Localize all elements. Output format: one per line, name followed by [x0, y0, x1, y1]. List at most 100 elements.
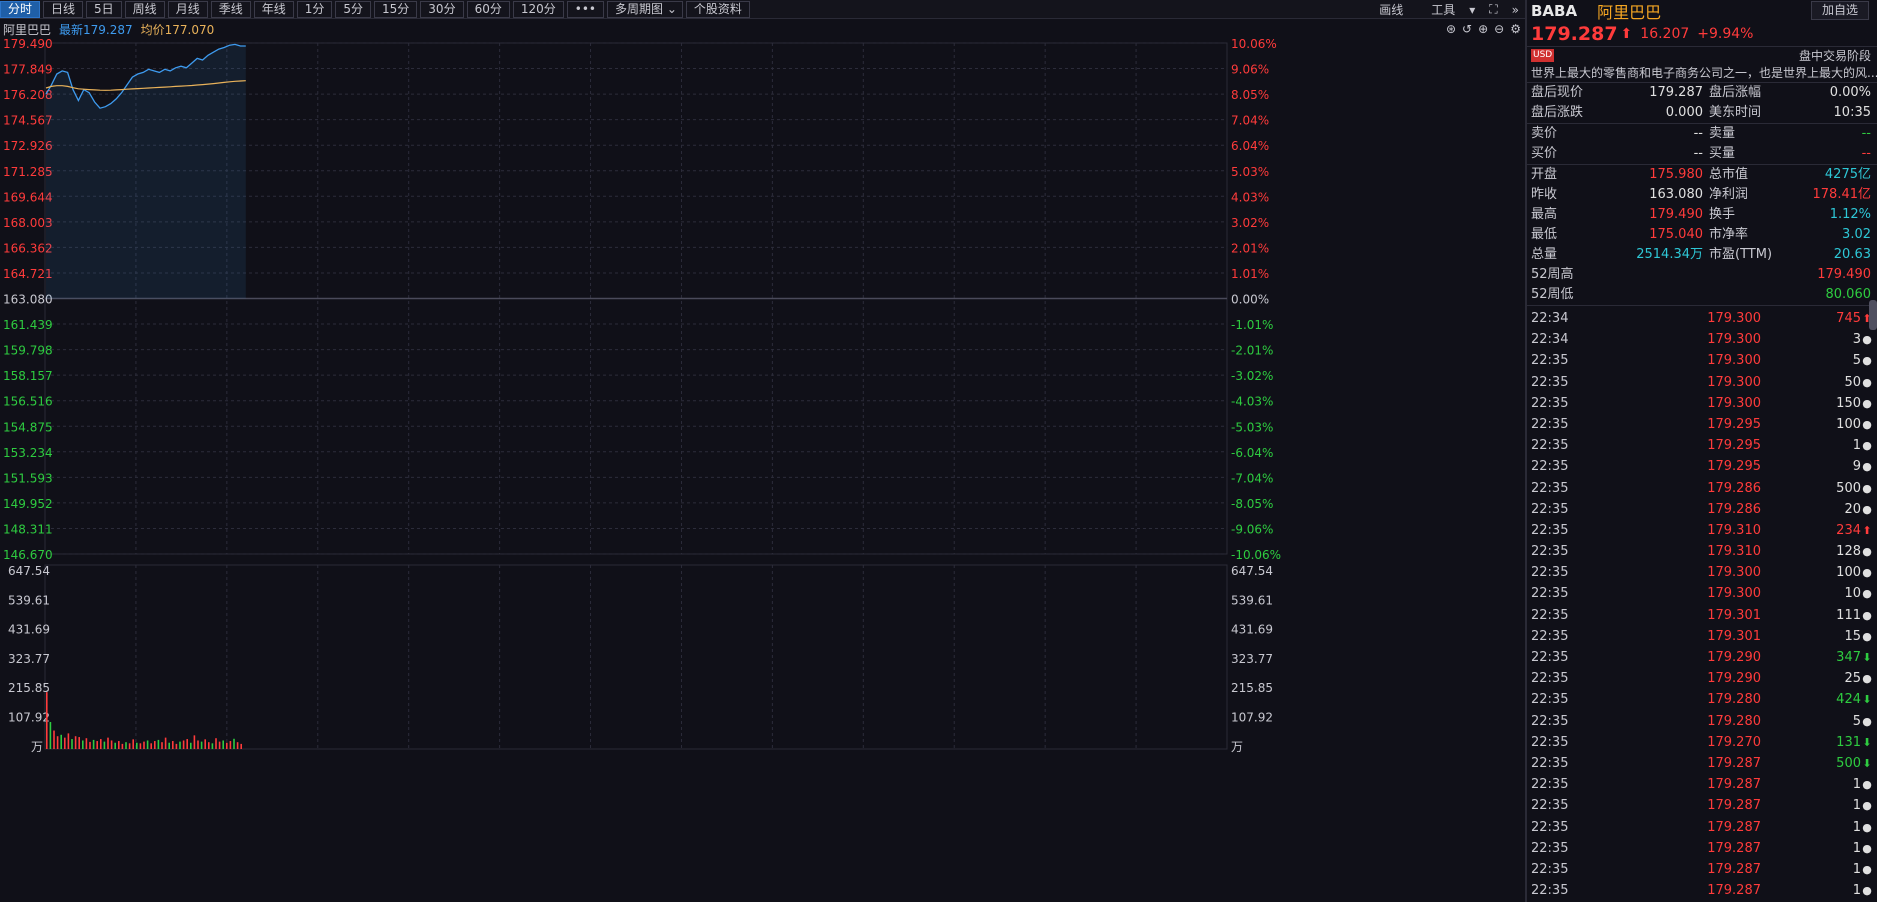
volume-bar [197, 740, 199, 749]
period-tab[interactable]: 周线 [124, 0, 165, 18]
quote-field-v: 2514.34万 [1636, 247, 1703, 262]
collapse-icon[interactable]: » [1512, 3, 1519, 17]
period-tab[interactable]: 120分 [512, 0, 564, 18]
tick-price: 179.295 [1707, 416, 1761, 432]
volume-axis-label-right: 323.77 [1231, 652, 1273, 666]
tick-time: 22:35 [1531, 861, 1569, 877]
usd-badge: USD [1531, 49, 1555, 62]
period-tab[interactable]: 月线 [167, 0, 208, 18]
quote-field-l: 买价 [1531, 146, 1558, 161]
volume-bar [182, 740, 185, 749]
tick-price: 179.300 [1707, 586, 1761, 602]
volume-bar [218, 741, 221, 749]
volume-axis-label-left: 323.77 [8, 652, 50, 666]
volume-bar [74, 736, 77, 749]
volume-axis-label-right: 647.54 [1231, 564, 1273, 578]
quote-field-v2: -- [1861, 126, 1871, 141]
quote-field-l: 最高 [1531, 207, 1558, 222]
period-tab[interactable]: 日线 [43, 0, 84, 18]
period-tab[interactable]: 30分 [420, 0, 464, 18]
dot-icon: ● [1862, 862, 1872, 876]
caret-down-icon: ▾ [1469, 3, 1476, 17]
period-tab[interactable]: 5日 [86, 0, 122, 18]
tick-volume: 10 [1844, 586, 1861, 602]
tick-scrollbar[interactable] [1869, 300, 1877, 330]
dot-icon: ● [1862, 778, 1872, 792]
tick-price: 179.295 [1707, 438, 1761, 454]
volume-bar [200, 741, 203, 749]
quote-field-row: 52周低 80.060 [1527, 285, 1877, 305]
y-left-tick-label: 156.516 [3, 395, 53, 409]
volume-bar [56, 736, 59, 749]
quote-field-v2: -- [1861, 146, 1871, 161]
tick-volume: 5 [1852, 713, 1861, 729]
tick-price: 179.287 [1707, 819, 1761, 835]
tick-row: 22:35 179.301 15 ● [1527, 626, 1877, 647]
tick-row: 22:35 179.287 1 ● [1527, 838, 1877, 859]
tick-time: 22:35 [1531, 713, 1569, 729]
tick-time: 22:35 [1531, 395, 1569, 411]
quote-field-v: -- [1693, 146, 1703, 161]
quote-field-v: 0.000 [1665, 105, 1703, 120]
period-tab[interactable]: 60分 [466, 0, 510, 18]
settings-gear-icon[interactable]: ⚙ [1510, 22, 1521, 36]
undo-icon[interactable]: ↺ [1462, 22, 1472, 36]
price-change-pct: +9.94% [1697, 25, 1754, 42]
intraday-chart[interactable]: 179.490 10.06% 177.849 9.06% 176.208 8.05% 174… [0, 39, 1525, 902]
y-right-tick-label: 3.02% [1231, 216, 1269, 230]
tools-menu[interactable]: 工具 ▾ [1417, 1, 1475, 18]
tick-price: 179.280 [1707, 713, 1761, 729]
period-tab[interactable]: 15分 [374, 0, 418, 18]
latest-price-label: 最新179.287 [59, 22, 133, 37]
volume-bar [150, 743, 152, 749]
tick-volume: 50 [1844, 374, 1861, 390]
fullscreen-icon[interactable]: ⛶ [1489, 2, 1497, 17]
quote-field-l2: 市盈(TTM) [1709, 247, 1773, 262]
volume-bar [175, 743, 178, 749]
volume-bar [78, 737, 80, 749]
add-watchlist-button[interactable]: 加自选 [1810, 1, 1869, 20]
zoom-out-icon[interactable]: ⊖ [1494, 22, 1504, 36]
volume-bar [118, 741, 120, 749]
volume-bar [186, 739, 188, 749]
y-left-tick-label: 154.875 [3, 420, 53, 434]
tick-volume: 1 [1852, 883, 1861, 899]
chevron-down-icon: ⌄ [666, 1, 677, 16]
dot-icon: ● [1862, 396, 1872, 410]
draw-line-button[interactable]: 画线 [1379, 1, 1403, 18]
y-left-tick-label: 169.644 [3, 190, 53, 204]
multi-period-dropdown[interactable]: 多周期图 ⌄ [607, 0, 683, 18]
quote-field-v2: 10:35 [1833, 105, 1871, 120]
tick-price: 179.287 [1707, 861, 1761, 877]
period-tab[interactable]: 5分 [335, 0, 372, 18]
dot-icon: ● [1862, 841, 1872, 855]
tick-list[interactable]: 22:34 179.300 745 ⬆ 22:34 179.300 3 ● 22:35 179.3… [1527, 308, 1877, 901]
currency-icon[interactable]: ⊛ [1446, 22, 1456, 36]
volume-bar [179, 741, 181, 749]
volume-bar [168, 742, 170, 749]
tick-row: 22:35 179.287 1 ● [1527, 795, 1877, 816]
tick-volume: 128 [1836, 544, 1861, 560]
period-tab[interactable]: 季线 [210, 0, 251, 18]
zoom-in-icon[interactable]: ⊕ [1478, 22, 1488, 36]
y-right-tick-label: -10.06% [1231, 548, 1281, 562]
volume-bar [103, 741, 106, 749]
quote-header: BABA 阿里巴巴 加自选 [1527, 0, 1877, 22]
period-tab[interactable]: 分时 [0, 0, 41, 18]
volume-bar [229, 741, 232, 749]
period-tab[interactable]: 年线 [253, 0, 294, 18]
y-right-tick-label: 4.03% [1231, 190, 1269, 204]
period-tab[interactable]: ••• [566, 0, 604, 18]
quote-field-v2: 4275亿 [1824, 167, 1871, 182]
tick-time: 22:35 [1531, 798, 1569, 814]
stock-info-button[interactable]: 个股资料 [685, 0, 750, 18]
quote-field-l: 总量 [1531, 247, 1558, 262]
tick-price: 179.310 [1707, 544, 1761, 560]
volume-bar [215, 738, 217, 749]
tick-price: 179.287 [1707, 777, 1761, 793]
tick-row: 22:35 179.287 1 ● [1527, 859, 1877, 880]
period-tab[interactable]: 1分 [296, 0, 333, 18]
tick-volume: 1 [1852, 819, 1861, 835]
y-left-tick-label: 146.670 [3, 548, 53, 562]
stats-block: 开盘 175.980 总市值 4275亿 昨收 163.080 净利润 178.41亿 最高 17… [1527, 165, 1877, 306]
